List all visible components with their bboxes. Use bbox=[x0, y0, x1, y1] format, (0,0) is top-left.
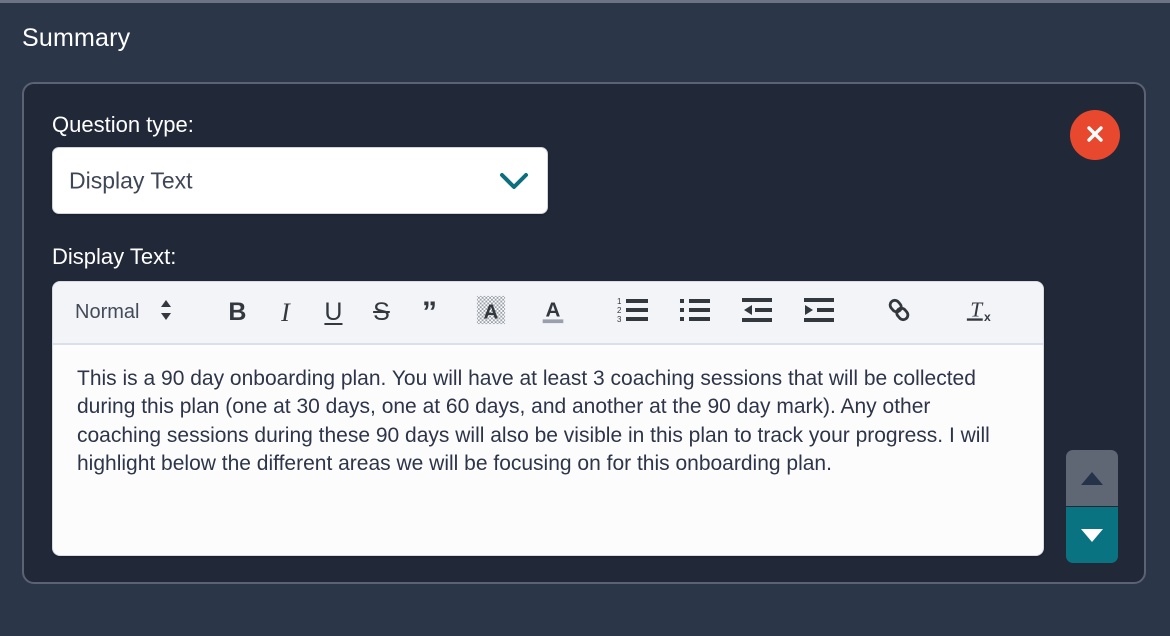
move-up-button[interactable] bbox=[1066, 450, 1118, 506]
bold-button[interactable]: B bbox=[219, 295, 255, 331]
indent-button[interactable] bbox=[801, 295, 837, 331]
bullet-list-button[interactable] bbox=[677, 295, 713, 331]
reorder-controls bbox=[1066, 450, 1118, 566]
svg-text:x: x bbox=[984, 310, 991, 324]
editor-toolbar: Normal B I U S ” A A 1 2 3 T x bbox=[53, 282, 1043, 345]
chevron-down-icon bbox=[497, 164, 531, 198]
editor-paragraph: This is a 90 day onboarding plan. You wi… bbox=[77, 367, 990, 476]
svg-text:3: 3 bbox=[617, 315, 622, 324]
question-type-select[interactable]: Display Text bbox=[52, 147, 548, 214]
underline-icon: U bbox=[324, 298, 343, 326]
indent-icon bbox=[803, 296, 835, 329]
outdent-button[interactable] bbox=[739, 295, 775, 331]
strikethrough-icon: S bbox=[373, 298, 390, 326]
close-icon bbox=[1083, 122, 1107, 149]
top-divider bbox=[0, 0, 1170, 3]
page-title: Summary bbox=[22, 24, 131, 52]
updown-arrows-icon bbox=[159, 298, 173, 327]
format-select[interactable]: Normal bbox=[75, 298, 173, 327]
rich-text-editor: Normal B I U S ” A A 1 2 3 T x This is a… bbox=[52, 281, 1044, 556]
italic-icon: I bbox=[281, 297, 290, 327]
question-type-label: Question type: bbox=[52, 112, 194, 137]
ordered-list-button[interactable]: 1 2 3 bbox=[615, 295, 651, 331]
background-color-icon: A bbox=[476, 295, 506, 330]
link-button[interactable] bbox=[881, 295, 917, 331]
font-color-button[interactable]: A bbox=[535, 295, 571, 331]
svg-text:T: T bbox=[971, 298, 985, 322]
font-color-icon: A bbox=[538, 295, 568, 330]
bold-icon: B bbox=[228, 298, 247, 326]
triangle-down-icon bbox=[1081, 528, 1103, 542]
italic-button[interactable]: I bbox=[267, 295, 303, 331]
quote-icon: ” bbox=[421, 295, 437, 329]
svg-text:A: A bbox=[484, 300, 499, 323]
display-text-label: Display Text: bbox=[52, 244, 177, 269]
link-icon bbox=[885, 296, 913, 329]
clear-formatting-button[interactable]: T x bbox=[961, 295, 997, 331]
svg-text:2: 2 bbox=[617, 306, 622, 315]
ordered-list-icon: 1 2 3 bbox=[617, 296, 649, 329]
format-select-value: Normal bbox=[75, 301, 140, 323]
background-color-button[interactable]: A bbox=[473, 295, 509, 331]
blockquote-button[interactable]: ” bbox=[411, 295, 447, 331]
editor-content-area[interactable]: This is a 90 day onboarding plan. You wi… bbox=[53, 345, 1043, 478]
question-type-selected-value: Display Text bbox=[69, 167, 193, 193]
clear-formatting-icon: T x bbox=[964, 296, 994, 329]
triangle-up-icon bbox=[1081, 471, 1103, 485]
svg-text:1: 1 bbox=[617, 297, 622, 306]
page-root: Summary Question type: Display Text Disp… bbox=[0, 0, 1170, 636]
underline-button[interactable]: U bbox=[315, 295, 351, 331]
move-down-button[interactable] bbox=[1066, 507, 1118, 563]
bullet-list-icon bbox=[679, 296, 711, 329]
outdent-icon bbox=[741, 296, 773, 329]
close-button[interactable] bbox=[1070, 110, 1120, 160]
svg-text:A: A bbox=[546, 299, 561, 322]
question-panel: Question type: Display Text Display Text… bbox=[22, 82, 1146, 584]
strikethrough-button[interactable]: S bbox=[363, 295, 399, 331]
